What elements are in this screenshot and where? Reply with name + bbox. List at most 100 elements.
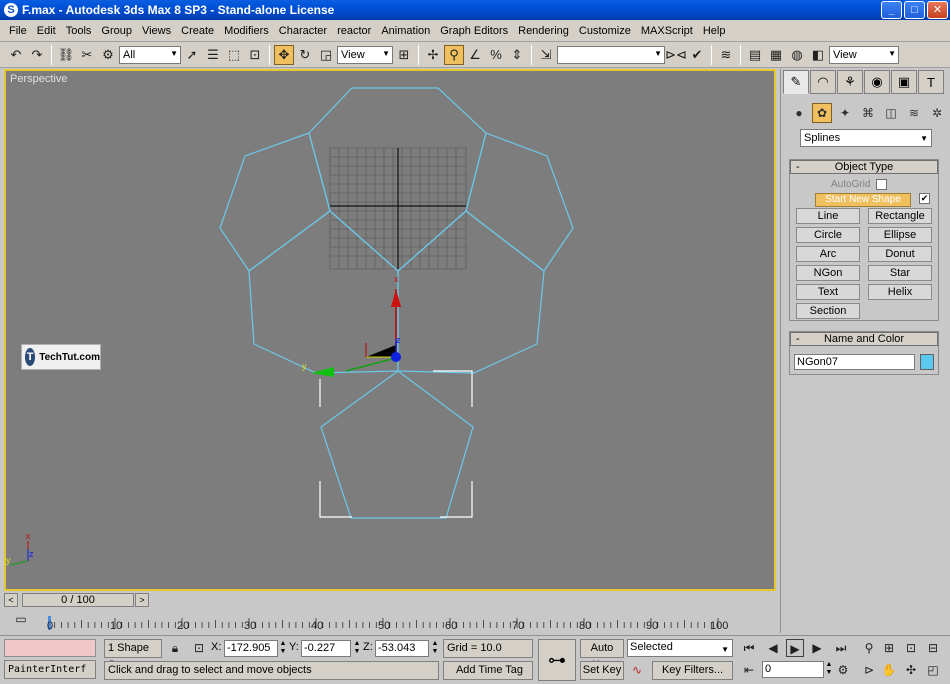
object-color-swatch[interactable] bbox=[920, 354, 934, 370]
z-coord-spinner-icon[interactable]: ▲ ▼ bbox=[431, 640, 439, 657]
maxscript-mini-listener[interactable]: PainterInterf bbox=[4, 660, 96, 679]
rotate-icon[interactable]: ↻ bbox=[295, 45, 315, 65]
ellipse-button[interactable]: Ellipse bbox=[868, 227, 932, 243]
mirror-icon[interactable]: ⊳⊲ bbox=[665, 45, 687, 65]
create-tab-icon[interactable]: ✎ bbox=[783, 70, 809, 94]
object-name-input[interactable]: NGon07 bbox=[794, 354, 915, 370]
time-slider-thumb[interactable]: 0 / 100 bbox=[22, 593, 134, 607]
render-view-dropdown[interactable]: View bbox=[829, 45, 899, 64]
current-frame-input[interactable]: 0 bbox=[762, 661, 824, 678]
add-time-tag-button[interactable]: Add Time Tag bbox=[443, 661, 533, 680]
named-selection-dropdown[interactable] bbox=[557, 45, 665, 64]
menu-reactor[interactable]: reactor bbox=[332, 25, 376, 37]
shapes-icon[interactable]: ✿ bbox=[812, 103, 832, 123]
schematic-view-icon[interactable]: ▦ bbox=[766, 45, 786, 65]
section-button[interactable]: Section bbox=[796, 303, 860, 319]
previous-frame-icon[interactable]: ◀ bbox=[764, 639, 782, 657]
rect-selection-icon[interactable]: ⬚ bbox=[224, 45, 244, 65]
render-scene-icon[interactable]: ◧ bbox=[808, 45, 828, 65]
pivot-center-icon[interactable]: ⊞ bbox=[394, 45, 414, 65]
go-to-end-icon[interactable]: ⏭ bbox=[832, 639, 850, 657]
menu-views[interactable]: Views bbox=[137, 25, 176, 37]
lights-icon[interactable]: ✦ bbox=[835, 103, 855, 123]
menu-animation[interactable]: Animation bbox=[376, 25, 435, 37]
selection-filter-dropdown[interactable]: All bbox=[119, 45, 181, 64]
time-slider-next-button[interactable]: > bbox=[135, 593, 149, 607]
menu-help[interactable]: Help bbox=[698, 25, 731, 37]
move-gizmo[interactable] bbox=[311, 289, 401, 377]
curve-editor-icon[interactable]: ▤ bbox=[745, 45, 765, 65]
menu-rendering[interactable]: Rendering bbox=[513, 25, 574, 37]
scale-icon[interactable]: ◲ bbox=[316, 45, 336, 65]
menu-group[interactable]: Group bbox=[96, 25, 137, 37]
menu-maxscript[interactable]: MAXScript bbox=[636, 25, 698, 37]
name-and-color-header[interactable]: - Name and Color bbox=[790, 332, 938, 346]
play-icon[interactable]: ▶ bbox=[786, 639, 804, 657]
key-mode-dropdown[interactable]: Selected ▼ bbox=[627, 639, 733, 657]
material-editor-icon[interactable]: ◍ bbox=[787, 45, 807, 65]
menu-tools[interactable]: Tools bbox=[61, 25, 97, 37]
track-bar[interactable]: ▭ 0 10 20 30 40 50 60 70 80 90 100 bbox=[4, 608, 776, 634]
minimize-button[interactable]: _ bbox=[881, 1, 902, 19]
start-new-shape-checkbox[interactable]: ✔ bbox=[919, 193, 930, 204]
modify-tab-icon[interactable]: ◠ bbox=[810, 70, 836, 94]
menu-graph-editors[interactable]: Graph Editors bbox=[435, 25, 513, 37]
percent-snap-icon[interactable]: % bbox=[486, 45, 506, 65]
time-slider-prev-button[interactable]: < bbox=[4, 593, 18, 607]
menu-modifiers[interactable]: Modifiers bbox=[219, 25, 274, 37]
set-key-icon[interactable]: ⊶ bbox=[538, 639, 576, 681]
autogrid-checkbox[interactable] bbox=[876, 179, 888, 190]
zoom-extents-icon[interactable]: ⊡ bbox=[902, 639, 920, 657]
cameras-icon[interactable]: ⌘ bbox=[858, 103, 878, 123]
menu-file[interactable]: File bbox=[4, 25, 32, 37]
select-object-icon[interactable]: ➚ bbox=[182, 45, 202, 65]
next-frame-icon[interactable]: ▶ bbox=[808, 639, 826, 657]
auto-key-button[interactable]: Auto Key bbox=[580, 639, 624, 671]
helpers-icon[interactable]: ◫ bbox=[881, 103, 901, 123]
space-warps-icon[interactable]: ≋ bbox=[904, 103, 924, 123]
close-button[interactable]: ✕ bbox=[927, 1, 948, 19]
move-icon[interactable]: ✥ bbox=[274, 44, 294, 65]
y-coord-spinner-icon[interactable]: ▲ ▼ bbox=[353, 640, 361, 657]
menu-character[interactable]: Character bbox=[274, 25, 332, 37]
key-mode-toggle-icon[interactable]: ⇤ bbox=[740, 661, 758, 679]
lock-selection-icon[interactable]: 🔒︎ bbox=[166, 639, 184, 657]
select-by-name-icon[interactable]: ☰ bbox=[203, 45, 223, 65]
rectangle-button[interactable]: Rectangle bbox=[868, 208, 932, 224]
x-coord-spinner-icon[interactable]: ▲ ▼ bbox=[279, 640, 287, 657]
window-crossing-icon[interactable]: ⊡ bbox=[245, 45, 265, 65]
angle-snap-icon[interactable]: ∠ bbox=[465, 45, 485, 65]
menu-customize[interactable]: Customize bbox=[574, 25, 636, 37]
x-coord-input[interactable]: -172.905 bbox=[224, 640, 278, 657]
bind-space-warp-icon[interactable]: ⚙ bbox=[98, 45, 118, 65]
systems-icon[interactable]: ✲ bbox=[927, 103, 947, 123]
set-key-button[interactable]: Set Key bbox=[580, 661, 624, 680]
manipulate-icon[interactable]: ✢ bbox=[423, 45, 443, 65]
pan-icon[interactable]: ✋ bbox=[880, 661, 898, 679]
arc-button[interactable]: Arc bbox=[796, 246, 860, 262]
helix-button[interactable]: Helix bbox=[868, 284, 932, 300]
named-selection-icon[interactable]: ⇲ bbox=[536, 45, 556, 65]
maximize-button[interactable]: □ bbox=[904, 1, 925, 19]
layer-manager-icon[interactable]: ≋ bbox=[716, 45, 736, 65]
key-filters-button[interactable]: Key Filters... bbox=[652, 661, 733, 680]
star-button[interactable]: Star bbox=[868, 265, 932, 281]
spinner-snap-icon[interactable]: ⇕ bbox=[507, 45, 527, 65]
line-button[interactable]: Line bbox=[796, 208, 860, 224]
key-curve-icon[interactable]: ∿ bbox=[628, 661, 646, 679]
perspective-viewport[interactable]: Perspective x y z x y z T TechTut.com bbox=[4, 69, 776, 591]
menu-edit[interactable]: Edit bbox=[32, 25, 61, 37]
maximize-viewport-icon[interactable]: ◰ bbox=[924, 661, 942, 679]
undo-icon[interactable]: ↶ bbox=[6, 45, 26, 65]
ngon-button[interactable]: NGon bbox=[796, 265, 860, 281]
zoom-all-icon[interactable]: ⊞ bbox=[880, 639, 898, 657]
arc-rotate-icon[interactable]: ✣ bbox=[902, 661, 920, 679]
donut-button[interactable]: Donut bbox=[868, 246, 932, 262]
hierarchy-tab-icon[interactable]: ⚘ bbox=[837, 70, 863, 94]
3ds-max-icon[interactable]: S bbox=[4, 3, 18, 17]
align-icon[interactable]: ✔ bbox=[687, 45, 707, 65]
zoom-extents-all-icon[interactable]: ⊟ bbox=[924, 639, 942, 657]
start-new-shape-button[interactable]: Start New Shape bbox=[815, 193, 911, 207]
field-of-view-icon[interactable]: ⊳ bbox=[860, 661, 878, 679]
time-configuration-icon[interactable]: ⚙ bbox=[834, 661, 852, 679]
